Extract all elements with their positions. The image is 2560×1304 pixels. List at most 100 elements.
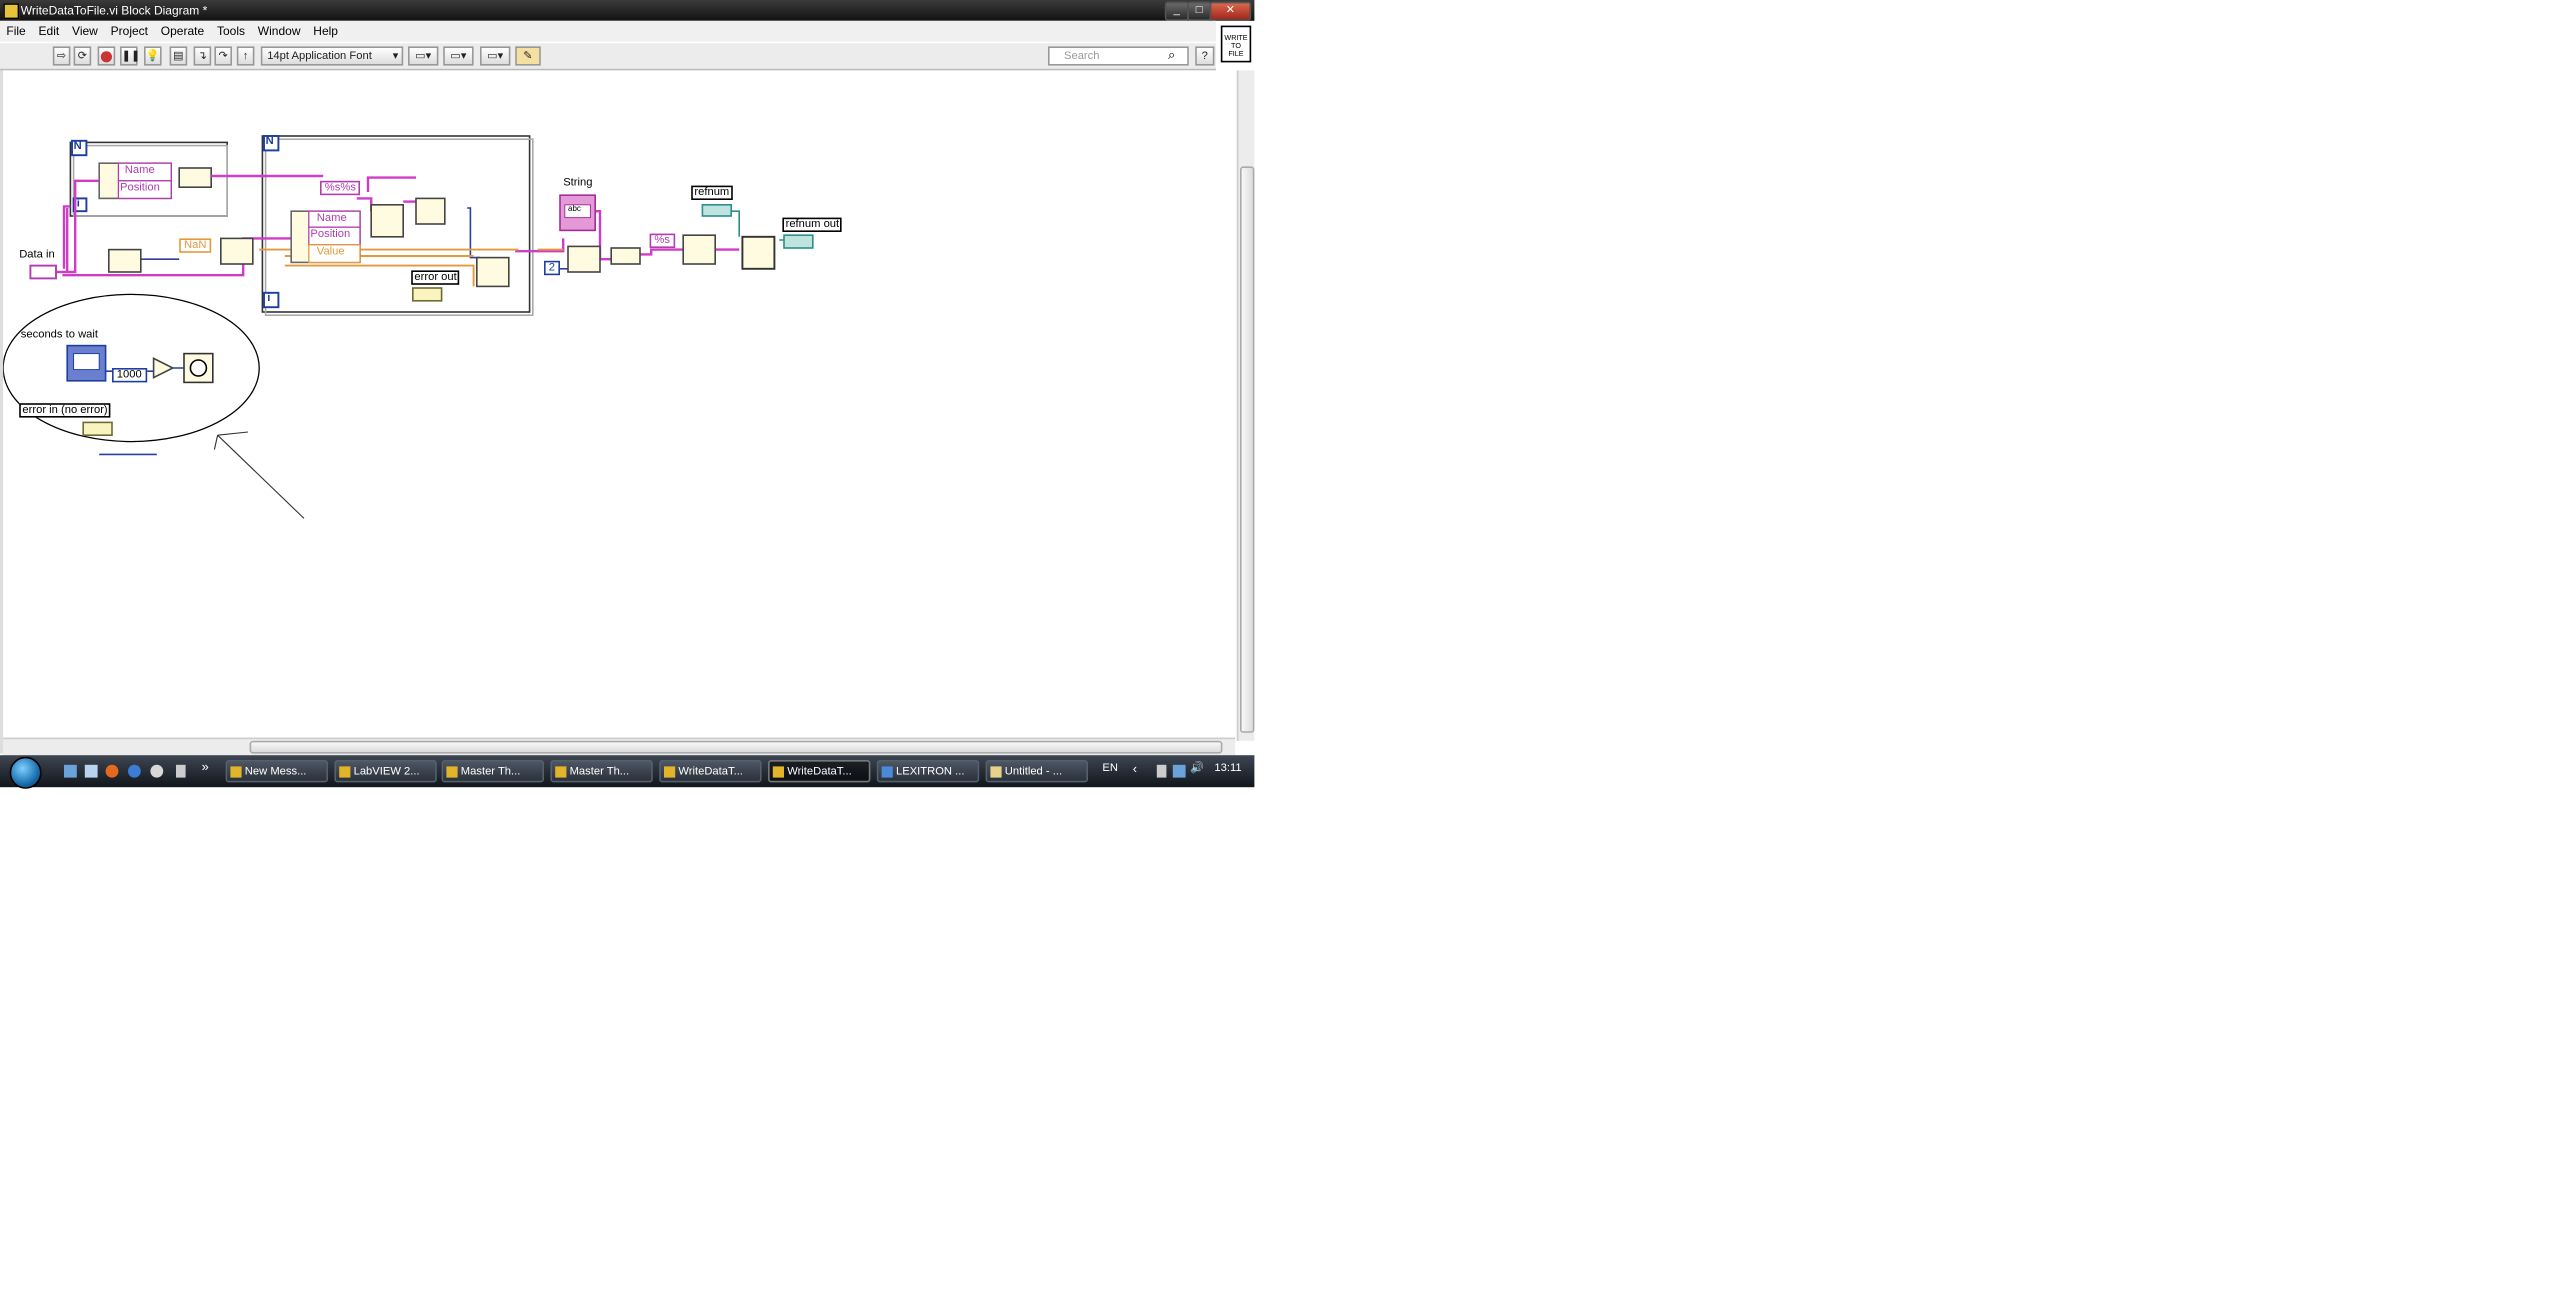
concatenate-node[interactable] <box>476 256 510 288</box>
highlight-execution-icon[interactable]: 💡 <box>144 46 162 66</box>
labview-icon <box>772 766 784 778</box>
format-string-node-right[interactable] <box>682 234 717 265</box>
cleanup-diagram-icon[interactable]: ✎ <box>515 46 541 66</box>
write-text-file-node[interactable] <box>741 235 776 270</box>
step-out-icon[interactable]: ↑ <box>236 46 255 66</box>
minimize-button[interactable]: _ <box>1164 1 1189 21</box>
menu-project[interactable]: Project <box>111 21 148 42</box>
numeric-constant-1000[interactable]: 1000 <box>112 368 147 383</box>
horizontal-scrollbar[interactable] <box>3 737 1236 756</box>
start-button[interactable] <box>9 756 42 789</box>
numeric-constant-2[interactable]: 2 <box>544 260 560 276</box>
format-string-constant-2[interactable]: %s <box>649 233 675 248</box>
step-over-icon[interactable]: ↷ <box>214 46 232 66</box>
taskbar-item-label: Untitled - ... <box>1004 766 1063 778</box>
clock[interactable]: 13:11 <box>1214 763 1241 774</box>
vertical-scrollbar[interactable] <box>1236 70 1255 741</box>
refnum-out-terminal[interactable] <box>783 234 814 249</box>
format-into-string-node[interactable] <box>370 204 405 238</box>
taskbar-item[interactable]: WriteDataT... <box>659 760 762 783</box>
context-help-icon[interactable]: ? <box>1195 46 1215 66</box>
taskbar-item[interactable]: LabVIEW 2... <box>334 760 437 783</box>
taskbar: » New Mess... LabVIEW 2... Master Th... … <box>0 755 1255 789</box>
error-out-terminal[interactable] <box>412 287 443 302</box>
maximize-button[interactable]: □ <box>1187 1 1212 21</box>
error-in-label: error in (no error) <box>19 403 111 418</box>
menu-tools[interactable]: Tools <box>217 21 245 42</box>
tray-expand-icon[interactable]: ‹ <box>1133 762 1137 776</box>
index-node-mid[interactable] <box>567 245 601 273</box>
error-in-terminal[interactable] <box>82 421 113 437</box>
refnum-terminal[interactable] <box>701 204 733 217</box>
tray-network-icon[interactable] <box>1172 764 1186 778</box>
more-quicklaunch-icon[interactable]: » <box>202 760 209 774</box>
font-select[interactable]: 14pt Application Font ▾ <box>260 46 404 66</box>
menu-window[interactable]: Window <box>258 21 301 42</box>
show-desktop-icon[interactable] <box>64 764 77 778</box>
vertical-scroll-thumb[interactable] <box>1240 166 1255 733</box>
concat-node-mid[interactable] <box>610 247 641 265</box>
menu-operate[interactable]: Operate <box>161 21 204 42</box>
vi-icon-line: WRITE <box>1224 33 1248 42</box>
build-array-node[interactable] <box>415 197 446 225</box>
menu-edit[interactable]: Edit <box>39 21 60 42</box>
string-indicator-glyph: abc <box>568 204 581 215</box>
taskbar-item[interactable]: Master Th... <box>441 760 544 783</box>
run-arrow-icon[interactable]: ⇨ <box>52 46 71 66</box>
labview-icon <box>555 766 567 778</box>
close-button[interactable]: ✕ <box>1209 1 1252 21</box>
step-into-icon[interactable]: ↴ <box>193 46 212 66</box>
quicklaunch-icon[interactable] <box>176 764 186 778</box>
switch-windows-icon[interactable] <box>84 764 98 778</box>
wait-ms-node[interactable] <box>183 352 214 384</box>
horizontal-scroll-thumb[interactable] <box>249 740 1223 754</box>
chrome-icon[interactable] <box>150 764 164 778</box>
seconds-to-wait-control[interactable] <box>66 344 107 382</box>
loop-iteration-terminal-main: i <box>267 292 271 304</box>
taskbar-item[interactable]: Master Th... <box>550 760 653 783</box>
format-string-constant[interactable]: %s%s <box>320 180 361 196</box>
reorder-icon[interactable]: ▭▾ <box>480 46 511 66</box>
ie-icon[interactable] <box>128 764 141 778</box>
tray-device-icon[interactable] <box>1156 764 1167 778</box>
distribute-objects-icon[interactable]: ▭▾ <box>443 46 474 66</box>
abort-icon[interactable] <box>97 46 116 66</box>
align-objects-icon[interactable]: ▭▾ <box>408 46 439 66</box>
labview-icon <box>446 766 458 778</box>
loop-count-terminal-main: N <box>265 136 274 148</box>
data-in-label: Data in <box>19 249 55 261</box>
data-in-terminal[interactable] <box>29 264 57 280</box>
array-node-left[interactable] <box>108 248 142 273</box>
menu-view[interactable]: View <box>72 21 98 42</box>
run-continuously-icon[interactable]: ⟳ <box>73 46 92 66</box>
app-icon <box>230 766 242 778</box>
taskbar-item[interactable]: Untitled - ... <box>985 760 1088 783</box>
bundle-field-name: Name <box>316 212 347 224</box>
taskbar-item[interactable]: LEXITRON ... <box>876 760 980 783</box>
error-out-label: error out <box>411 270 460 285</box>
language-indicator[interactable]: EN <box>1102 763 1118 774</box>
retain-wire-values-icon[interactable]: ▤ <box>169 46 188 66</box>
taskbar-item-label: LEXITRON ... <box>896 766 965 778</box>
menu-help[interactable]: Help <box>313 21 338 42</box>
menu-file[interactable]: File <box>6 21 25 42</box>
taskbar-item[interactable]: New Mess... <box>225 760 328 783</box>
labview-icon <box>664 766 676 778</box>
pause-icon[interactable]: ❚❚ <box>120 46 140 66</box>
array-subset-node[interactable] <box>220 237 254 265</box>
vi-icon[interactable]: WRITE TO FILE <box>1220 25 1252 63</box>
nan-constant[interactable]: NaN <box>179 238 212 253</box>
taskbar-item-label: LabVIEW 2... <box>353 766 420 778</box>
refnum-out-label: refnum out <box>782 217 843 232</box>
taskbar-item-active[interactable]: WriteDataT... <box>768 760 871 783</box>
taskbar-item-label: Master Th... <box>569 766 630 778</box>
volume-icon[interactable]: 🔊 <box>1190 762 1204 774</box>
font-select-value: 14pt Application Font <box>267 51 372 63</box>
lexitron-icon <box>881 766 893 778</box>
folder-icon <box>339 766 351 778</box>
firefox-icon[interactable] <box>105 764 119 778</box>
block-diagram-canvas[interactable]: N i N i Name Position Name Position Valu… <box>3 70 1236 736</box>
multiply-node[interactable] <box>152 357 175 379</box>
loop-iteration-terminal-top: i <box>76 198 80 210</box>
search-icon[interactable]: ⌕ <box>1168 48 1175 64</box>
